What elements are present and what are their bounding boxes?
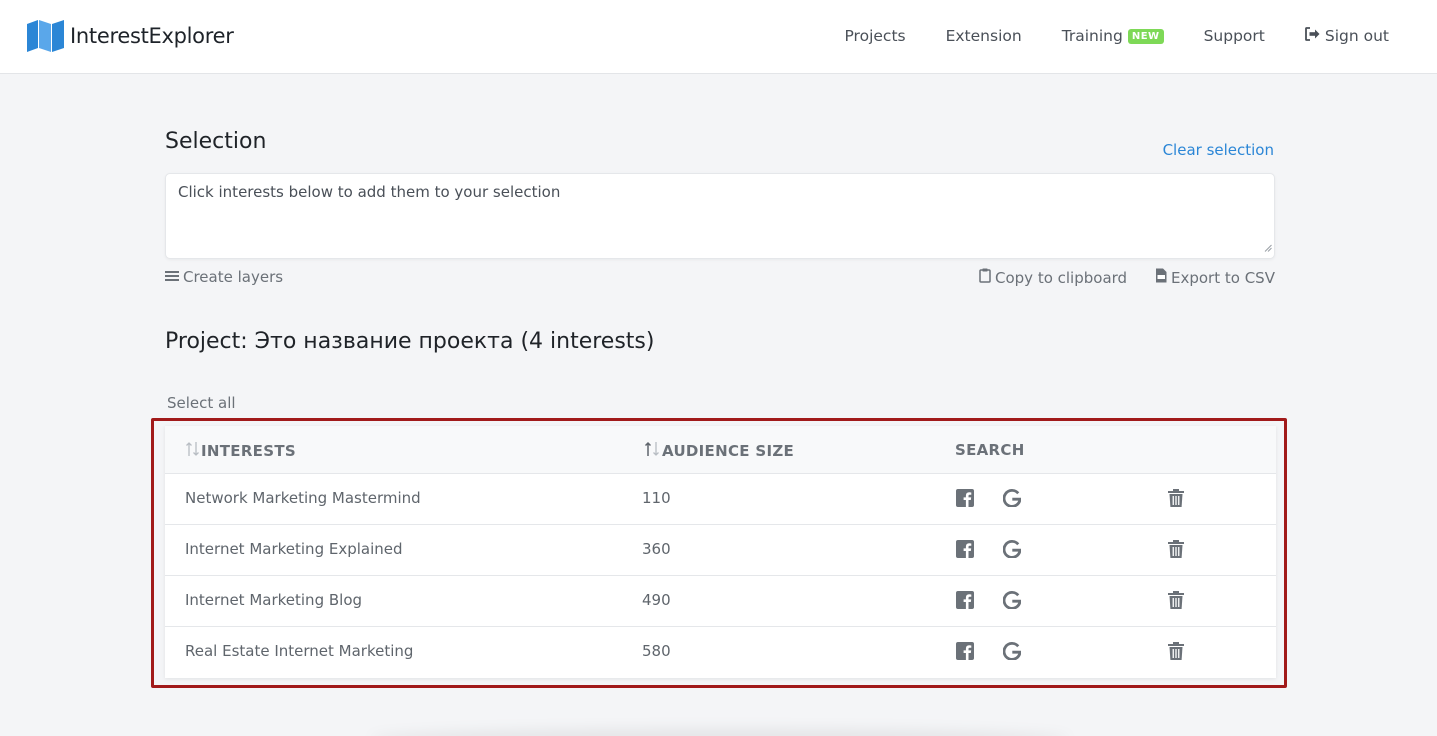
google-icon[interactable]	[1002, 489, 1022, 511]
table-row[interactable]: Internet Marketing Explained 360	[165, 525, 1276, 576]
facebook-icon[interactable]	[956, 489, 974, 511]
header-audience[interactable]: AUDIENCE SIZE	[644, 441, 794, 461]
bottom-card-shadow	[370, 728, 1070, 736]
logo[interactable]: InterestExplorer	[27, 20, 234, 52]
copy-clipboard-label: Copy to clipboard	[995, 268, 1128, 287]
project-title: Project: Это название проекта (4 interes…	[165, 329, 655, 354]
header-interests-label: INTERESTS	[201, 442, 296, 460]
resize-grip-icon[interactable]	[1264, 238, 1272, 256]
sort-icon	[644, 441, 661, 461]
nav-extension[interactable]: Extension	[946, 27, 1022, 45]
google-icon[interactable]	[1002, 540, 1022, 562]
table-row[interactable]: Network Marketing Mastermind 110	[165, 474, 1276, 525]
trash-icon[interactable]	[1168, 591, 1184, 613]
facebook-icon[interactable]	[956, 591, 974, 613]
select-all-link[interactable]: Select all	[167, 394, 236, 412]
header-audience-label: AUDIENCE SIZE	[662, 442, 795, 460]
audience-size: 110	[642, 489, 671, 507]
sort-icon	[185, 441, 200, 461]
google-icon[interactable]	[1002, 642, 1022, 664]
list-icon	[165, 268, 183, 286]
header-interests[interactable]: INTERESTS	[185, 441, 296, 461]
header-search: SEARCH	[955, 441, 1025, 459]
audience-size: 490	[642, 591, 671, 609]
interest-name[interactable]: Internet Marketing Explained	[185, 540, 403, 558]
facebook-icon[interactable]	[956, 642, 974, 664]
interest-name[interactable]: Real Estate Internet Marketing	[185, 642, 413, 660]
create-layers-label: Create layers	[183, 268, 284, 286]
map-logo-icon	[27, 20, 64, 52]
top-navbar: InterestExplorer Projects Extension Trai…	[0, 0, 1437, 74]
nav-signout-label: Sign out	[1324, 27, 1389, 45]
nav-projects[interactable]: Projects	[844, 27, 905, 45]
trash-icon[interactable]	[1168, 642, 1184, 664]
table-header: INTERESTS AUDIENCE SIZE SEARCH	[165, 426, 1276, 474]
selection-textarea[interactable]: Click interests below to add them to you…	[165, 173, 1275, 259]
header-search-label: SEARCH	[955, 441, 1025, 459]
copy-clipboard-link[interactable]: Copy to clipboard	[979, 268, 1127, 287]
sign-out-icon	[1304, 27, 1325, 45]
table-row[interactable]: Internet Marketing Blog 490	[165, 576, 1276, 627]
selection-title: Selection	[165, 129, 267, 154]
clear-selection-link[interactable]: Clear selection	[1163, 141, 1274, 159]
csv-file-icon	[1155, 268, 1171, 287]
audience-size: 360	[642, 540, 671, 558]
audience-size: 580	[642, 642, 671, 660]
interest-name[interactable]: Network Marketing Mastermind	[185, 489, 421, 507]
nav-support[interactable]: Support	[1204, 27, 1265, 45]
google-icon[interactable]	[1002, 591, 1022, 613]
table-row[interactable]: Real Estate Internet Marketing 580	[165, 627, 1276, 678]
nav-training[interactable]: Training NEW	[1062, 27, 1164, 45]
export-csv-link[interactable]: Export to CSV	[1155, 268, 1275, 287]
selection-placeholder: Click interests below to add them to you…	[178, 183, 561, 201]
main-nav: Projects Extension Training NEW Support …	[804, 0, 1389, 72]
nav-signout[interactable]: Sign out	[1304, 27, 1389, 45]
nav-training-label: Training	[1061, 27, 1123, 45]
logo-text: InterestExplorer	[70, 24, 234, 48]
new-badge: NEW	[1127, 28, 1164, 44]
export-csv-label: Export to CSV	[1171, 268, 1275, 287]
interests-table: INTERESTS AUDIENCE SIZE SEARCH Network M…	[165, 426, 1276, 678]
facebook-icon[interactable]	[956, 540, 974, 562]
clipboard-icon	[979, 268, 995, 287]
trash-icon[interactable]	[1168, 540, 1184, 562]
trash-icon[interactable]	[1168, 489, 1184, 511]
create-layers-link[interactable]: Create layers	[165, 268, 283, 286]
interest-name[interactable]: Internet Marketing Blog	[185, 591, 362, 609]
